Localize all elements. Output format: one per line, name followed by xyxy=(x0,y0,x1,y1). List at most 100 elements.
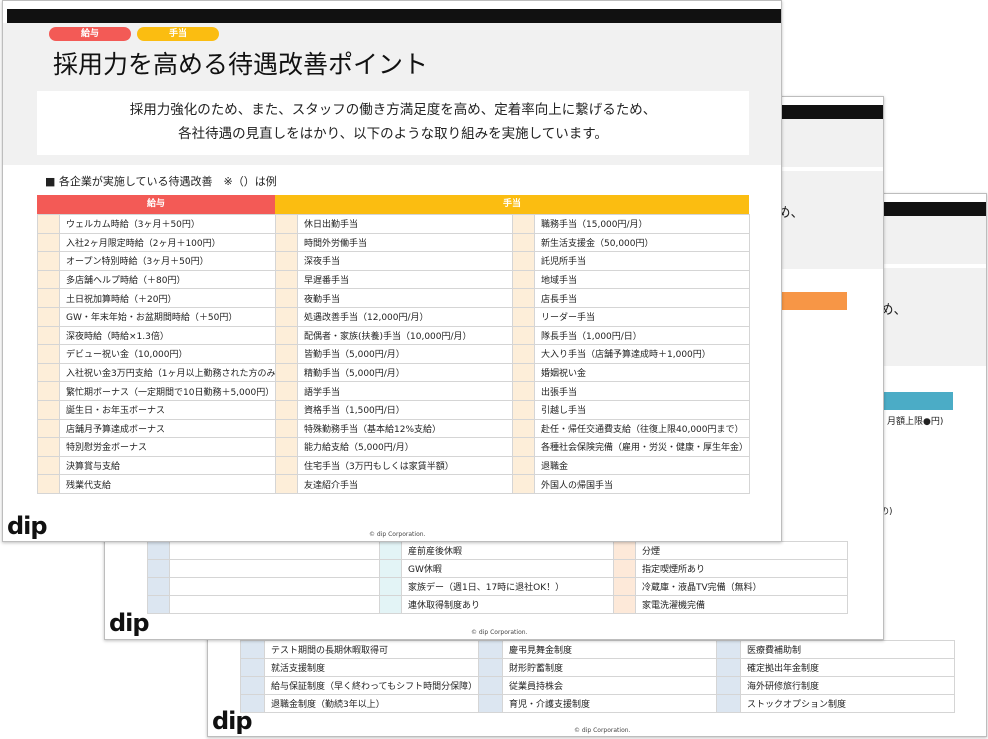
table-cell: 深夜手当 xyxy=(297,251,513,271)
table-cell: 連休取得制度あり xyxy=(401,595,614,614)
table-cell: 夜勤手当 xyxy=(297,288,513,308)
leave-table: 産前産後休暇 分煙 GW休暇 指定喫煙所あり 家族デー（週1日、17時に退社OK！） 冷蔵… xyxy=(147,541,848,614)
tag-allowance: 手当 xyxy=(137,27,219,41)
table-cell: 繁忙期ボーナス（一定期間で10日勤務＋5,000円） xyxy=(59,381,276,401)
row-marker xyxy=(37,306,60,327)
row-marker xyxy=(716,658,741,677)
row-marker xyxy=(37,399,60,420)
table-cell: 深夜時給（時給×1.3倍） xyxy=(59,325,276,346)
row-marker xyxy=(37,381,60,401)
table-row: 家族デー（週1日、17時に退社OK！） 冷蔵庫・液晶TV完備（無料） xyxy=(147,577,848,596)
row-marker xyxy=(512,306,535,327)
page-title: 採用力を高める待遇改善ポイント xyxy=(53,50,429,79)
dip-logo: dip xyxy=(109,609,150,637)
table-row: 決算賞与支給 住宅手当（3万円もしくは家賃半額） 退職金 xyxy=(37,455,750,476)
table-row: 繁忙期ボーナス（一定期間で10日勤務＋5,000円） 語学手当 出張手当 xyxy=(37,381,750,401)
row-marker xyxy=(275,251,298,271)
dip-logo: dip xyxy=(7,512,48,540)
lead-text: 採用力強化のため、また、スタッフの働き方満足度を高め、定着率向上に繋げるため、 … xyxy=(37,91,749,155)
row-marker xyxy=(37,214,60,234)
table-cell: 大入り手当（店舗予算達成時＋1,000円） xyxy=(534,344,750,364)
table-cell: 新生活支援金（50,000円） xyxy=(534,232,750,253)
table-cell: 特殊勤務手当（基本給12%支給） xyxy=(297,418,513,439)
header-salary: 給与 xyxy=(37,195,275,214)
row-marker xyxy=(478,658,503,677)
table-cell xyxy=(169,595,380,614)
table-cell: 土日祝加算時給（＋20円） xyxy=(59,288,276,308)
table-row: 就活支援制度 財形貯蓄制度 確定拠出年金制度 xyxy=(240,658,955,677)
section-label: ■ 各企業が実施している待遇改善 ※（）は例 xyxy=(45,175,277,188)
row-marker xyxy=(512,455,535,476)
table-cell: 確定拠出年金制度 xyxy=(740,658,955,677)
table-row: 産前産後休暇 分煙 xyxy=(147,541,848,560)
table-cell: 能力給支給（5,000円/月） xyxy=(297,437,513,457)
copyright: © dip Corporation. xyxy=(471,629,528,636)
table-cell: 育児・介護支援制度 xyxy=(502,694,717,713)
table-row: 誕生日・お年玉ボーナス 資格手当（1,500円/日） 引越し手当 xyxy=(37,399,750,420)
table-row: 多店舗ヘルプ時給（＋80円） 早遅番手当 地域手当 xyxy=(37,269,750,290)
table-cell: 婚姻祝い金 xyxy=(534,362,750,383)
slide-top-bar xyxy=(7,9,781,23)
row-marker xyxy=(613,559,636,578)
table-cell: 入社2ヶ月限定時給（2ヶ月＋100円） xyxy=(59,232,276,253)
table-cell: 店長手当 xyxy=(534,288,750,308)
row-marker xyxy=(37,269,60,290)
row-marker xyxy=(275,344,298,364)
table-cell: 資格手当（1,500円/日） xyxy=(297,399,513,420)
table-cell: 出張手当 xyxy=(534,381,750,401)
table-cell: 従業員持株会 xyxy=(502,676,717,695)
row-marker xyxy=(512,381,535,401)
table-row: デビュー祝い金（10,000円） 皆勤手当（5,000円/月） 大入り手当（店舗予算… xyxy=(37,344,750,364)
row-marker xyxy=(37,232,60,253)
table-cell: 残業代支給 xyxy=(59,474,276,494)
table-cell: 休日出勤手当 xyxy=(297,214,513,234)
row-marker xyxy=(512,418,535,439)
row-marker xyxy=(275,399,298,420)
table-cell: 引越し手当 xyxy=(534,399,750,420)
row-marker xyxy=(147,577,170,596)
copyright: © dip Corporation. xyxy=(369,531,426,538)
table-cell: 皆勤手当（5,000円/月） xyxy=(297,344,513,364)
table-row: 給与保証制度（早く終わってもシフト時間分保障） 従業員持株会 海外研修旅行制度 xyxy=(240,676,955,695)
row-marker xyxy=(37,288,60,308)
table-row: 深夜時給（時給×1.3倍） 配偶者・家族(扶養)手当（10,000円/月） 隊長手当… xyxy=(37,325,750,346)
table-partial-text: 、月額上限●円) xyxy=(878,417,944,427)
table-cell: 退職金制度（勤続3年以上） xyxy=(264,694,479,713)
table-cell xyxy=(169,559,380,578)
table-cell: 決算賞与支給 xyxy=(59,455,276,476)
tag-salary: 給与 xyxy=(49,27,131,41)
table-cell: ストックオプション制度 xyxy=(740,694,955,713)
table-cell: 精勤手当（5,000円/月） xyxy=(297,362,513,383)
row-marker xyxy=(37,362,60,383)
lead-partial-text: め、 xyxy=(880,302,907,318)
row-marker xyxy=(147,595,170,614)
table-cell: 語学手当 xyxy=(297,381,513,401)
table-row: 連休取得制度あり 家電洗濯機完備 xyxy=(147,595,848,614)
table-row: 残業代支給 友達紹介手当 外国人の帰国手当 xyxy=(37,474,750,494)
row-marker xyxy=(275,362,298,383)
row-marker xyxy=(275,381,298,401)
table-cell: GW・年末年始・お盆期間時給（＋50円） xyxy=(59,306,276,327)
row-marker xyxy=(512,344,535,364)
row-marker xyxy=(275,306,298,327)
row-marker xyxy=(37,344,60,364)
table-cell: 就活支援制度 xyxy=(264,658,479,677)
row-marker xyxy=(275,269,298,290)
table-cell xyxy=(169,577,380,596)
table-cell: 早遅番手当 xyxy=(297,269,513,290)
table-cell: テスト期間の長期休暇取得可 xyxy=(264,640,479,659)
row-marker xyxy=(512,214,535,234)
table-cell: 指定喫煙所あり xyxy=(635,559,848,578)
row-marker xyxy=(478,694,503,713)
improvements-table: ウェルカム時給（3ヶ月＋50円） 休日出勤手当 職務手当（15,000円/月） 入社2… xyxy=(37,214,750,494)
table-row: オープン特別時給（3ヶ月＋50円） 深夜手当 託児所手当 xyxy=(37,251,750,271)
table-cell: 外国人の帰国手当 xyxy=(534,474,750,494)
row-marker xyxy=(240,658,265,677)
row-marker xyxy=(512,232,535,253)
row-marker xyxy=(240,640,265,659)
row-marker xyxy=(275,288,298,308)
row-marker xyxy=(716,640,741,659)
row-marker xyxy=(478,640,503,659)
lead-line: 各社待遇の見直しをはかり、以下のような取り組みを実施しています。 xyxy=(178,126,608,142)
row-marker xyxy=(512,399,535,420)
